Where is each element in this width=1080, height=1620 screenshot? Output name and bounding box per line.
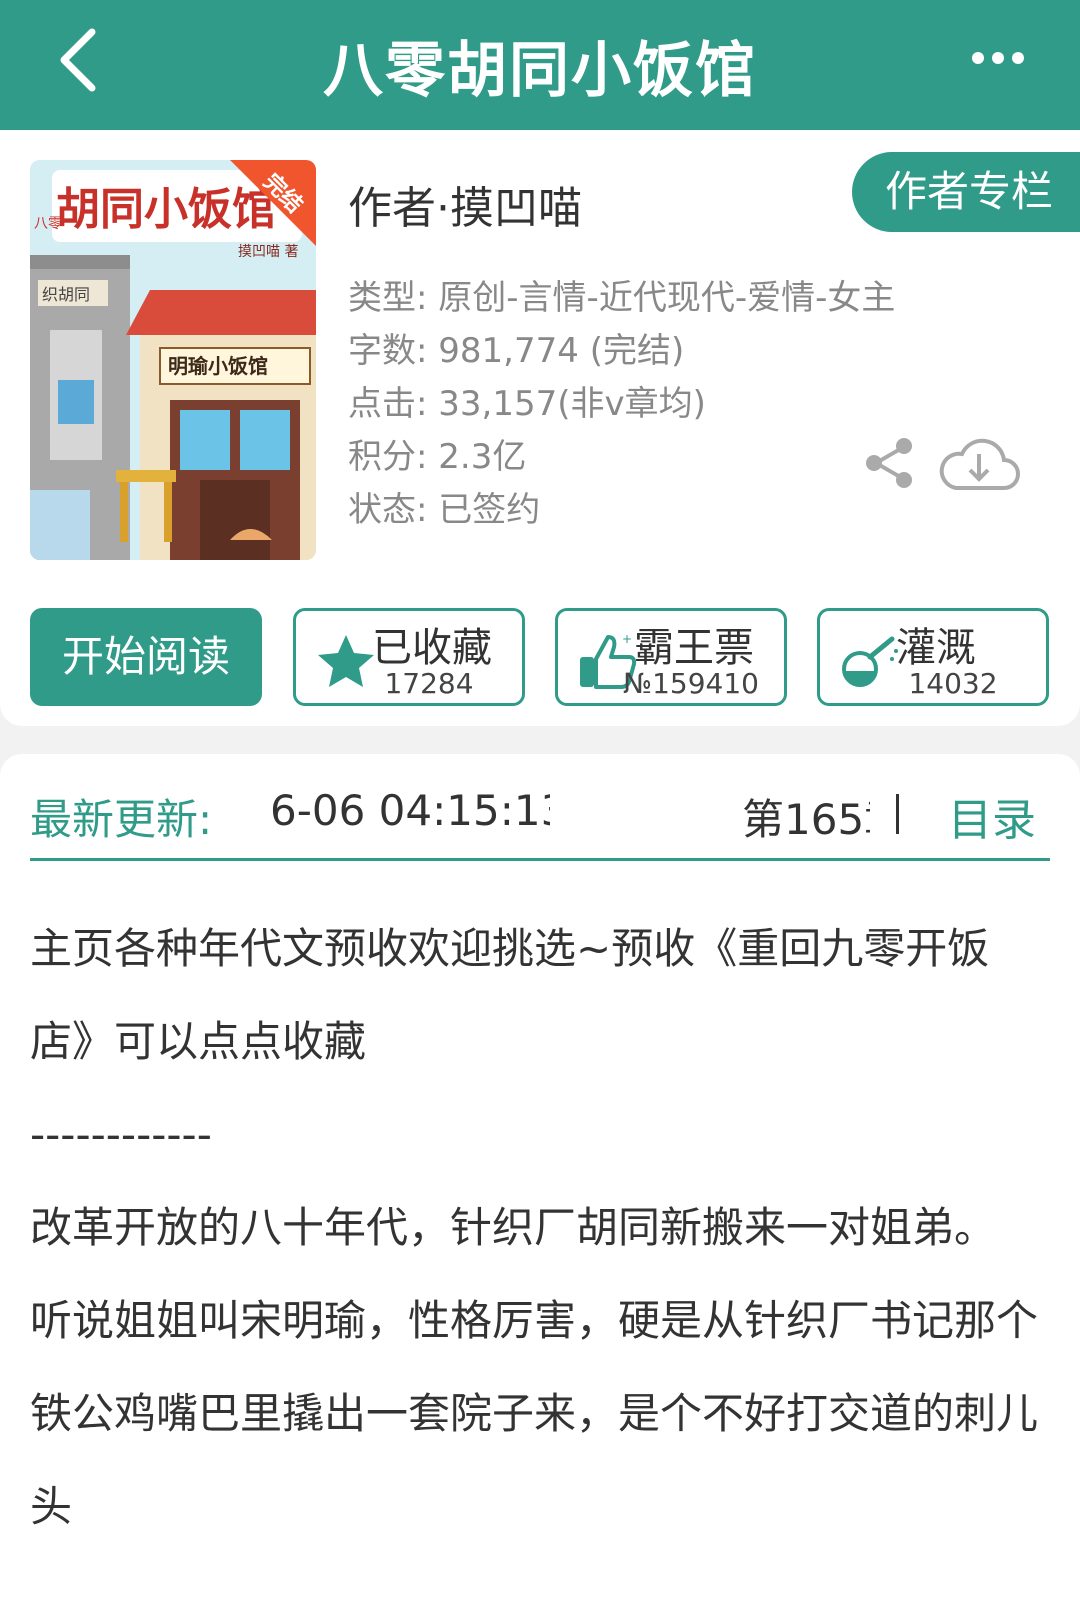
latest-update-bar: 最新更新: 6-06 04:15:13 第165章 目录 [0, 754, 1080, 890]
favorite-button[interactable]: 已收藏 17284 [293, 608, 525, 706]
top-app-bar: 八零胡同小饭馆 [0, 0, 1080, 130]
meta-genre: 类型: 原创-言情-近代现代-爱情-女主 [348, 278, 896, 318]
water-count: 14032 [908, 667, 998, 700]
latest-update-label: 最新更新: [30, 795, 213, 844]
book-cover-art: 织胡同 明瑜小饭馆 胡同小饭馆 八零 完结 摸凹喵 著 [30, 160, 316, 560]
overlord-ticket-button[interactable]: + 霸王票 №159410 [555, 608, 787, 706]
cover-author-stamp: 摸凹喵 著 [238, 244, 298, 260]
latest-update-time: 6-06 04:15:13 [270, 786, 550, 835]
overlord-count: №159410 [622, 667, 759, 700]
latest-chapter-link[interactable]: 第165章 [742, 786, 870, 847]
meta-clicks: 点击: 33,157(非v章均) [348, 384, 706, 424]
author-column-button[interactable]: 作者专栏 [852, 152, 1080, 232]
lane-sign-text: 织胡同 [42, 285, 90, 304]
book-info-card: 织胡同 明瑜小饭馆 胡同小饭馆 八零 完结 摸凹喵 著 作者·摸凹喵 作者专栏 … [0, 130, 1080, 726]
share-icon [866, 438, 912, 488]
more-dots-icon [972, 52, 1024, 64]
more-menu-button[interactable] [968, 38, 1028, 78]
water-label: 灌溉 [896, 625, 976, 671]
download-button[interactable] [936, 432, 1022, 496]
meta-word-count: 字数: 981,774 (完结) [348, 331, 685, 371]
description-paragraph: 主页各种年代文预收欢迎挑选~预收《重回九零开饭店》可以点点收藏 [30, 924, 990, 1066]
meta-score: 积分: 2.3亿 [348, 437, 527, 477]
cover-series-tag: 八零 [34, 216, 62, 232]
divider [896, 794, 899, 834]
table-of-contents-button[interactable]: 目录 [948, 784, 1036, 848]
overlord-label: 霸王票 [634, 625, 754, 671]
update-underline [30, 858, 1050, 861]
meta-status: 状态: 已签约 [348, 490, 541, 530]
cover-title-text: 胡同小饭馆 [56, 184, 276, 235]
water-button[interactable]: 灌溉 14032 [817, 608, 1049, 706]
book-description: 主页各种年代文预收欢迎挑选~预收《重回九零开饭店》可以点点收藏 --------… [0, 890, 1080, 1620]
author-name[interactable]: 作者·摸凹喵 [348, 172, 582, 236]
description-separator: ------------ [30, 1110, 212, 1159]
page-title: 八零胡同小饭馆 [323, 36, 757, 106]
cloud-download-icon [939, 438, 1020, 490]
description-paragraph: 改革开放的八十年代，针织厂胡同新搬来一对姐弟。 [30, 1203, 997, 1252]
favorite-label: 已收藏 [372, 625, 492, 671]
share-button[interactable] [862, 436, 916, 490]
shop-sign-text: 明瑜小饭馆 [168, 354, 268, 378]
book-cover[interactable]: 织胡同 明瑜小饭馆 胡同小饭馆 八零 完结 摸凹喵 著 [30, 160, 316, 560]
favorite-count: 17284 [384, 667, 474, 700]
description-paragraph: 听说姐姐叫宋明瑜，性格厉害，硬是从针织厂书记那个铁公鸡嘴巴里撬出一套院子来，是个… [30, 1296, 1039, 1531]
start-reading-button[interactable]: 开始阅读 [30, 608, 262, 706]
svg-text:+: + [622, 632, 632, 646]
